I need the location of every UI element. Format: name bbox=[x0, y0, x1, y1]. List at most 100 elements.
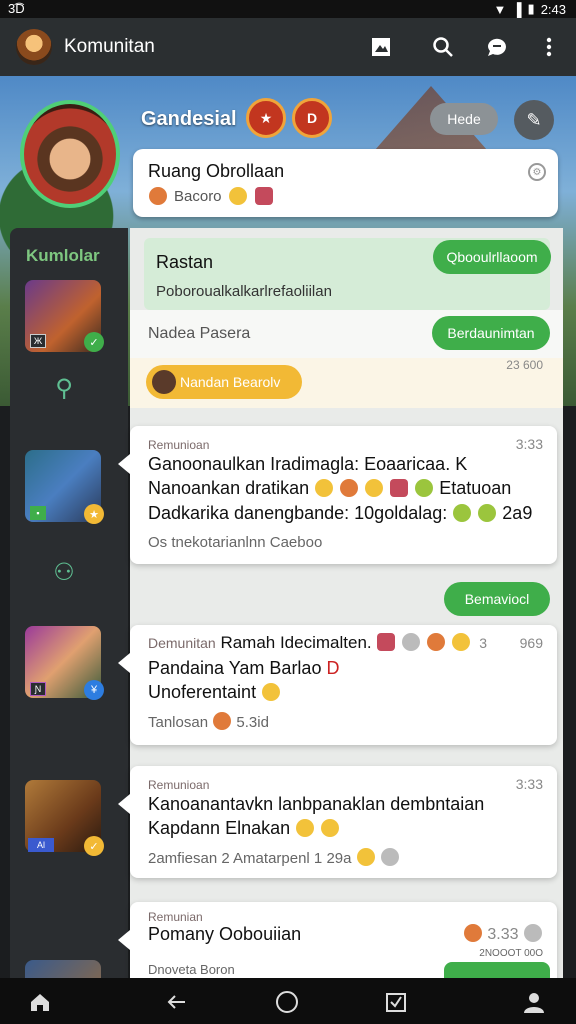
emoji-icon bbox=[321, 819, 340, 837]
star-badge: ✓ bbox=[84, 836, 104, 856]
chat-bubble-icon[interactable] bbox=[484, 34, 510, 60]
chat-room-card[interactable]: Ruang Obrollaan Bacoro ⚙ bbox=[133, 149, 558, 217]
emoji-icon bbox=[415, 479, 434, 497]
emoji-icon bbox=[340, 479, 359, 497]
level-badge: D bbox=[292, 98, 332, 138]
message-text: Pandaina Yam Barlao bbox=[148, 658, 322, 678]
message-text: Ramah Idecimalten. bbox=[220, 633, 372, 652]
home-circle-icon[interactable] bbox=[273, 988, 301, 1016]
user-search-icon[interactable]: ⚇ bbox=[50, 558, 78, 586]
emoji-icon bbox=[463, 924, 482, 942]
status-time: 2:43 bbox=[540, 1, 566, 17]
message-text: Kanoanantavkn lanbpanaklan dembntaian bbox=[148, 794, 485, 814]
online-badge: ✓ bbox=[84, 332, 104, 352]
settings-icon[interactable]: ⚙ bbox=[528, 163, 546, 181]
reply-button[interactable]: Bemaviocl bbox=[444, 582, 550, 616]
task-check-icon[interactable] bbox=[382, 988, 410, 1016]
search-icon[interactable] bbox=[430, 34, 456, 60]
message-time: 3:33 bbox=[515, 436, 543, 452]
emoji-icon bbox=[478, 504, 497, 522]
message-time: 3 bbox=[479, 635, 487, 651]
message-text: Etatuoan bbox=[439, 478, 512, 498]
wifi-icon: ▼ bbox=[493, 1, 507, 17]
message-author: Remunian bbox=[148, 910, 203, 924]
message-meta: 2amfiesan 2 Amatarpenl 1 29a bbox=[148, 850, 352, 867]
emoji-icon bbox=[228, 187, 247, 205]
signal-icon: ▐ bbox=[512, 1, 522, 17]
message-text: Ganoonaulkan Iradimagla: Eoaaricaa. K bbox=[148, 454, 468, 474]
message-meta: 5.3id bbox=[236, 714, 269, 731]
members-sidebar: Kumlolar Ж ✓ ⚲ ▪ ★ ⚇ Ɲ ¥ Al ✓ bbox=[10, 228, 128, 1000]
user-avatar-icon bbox=[149, 187, 167, 205]
member-tag: Ж bbox=[30, 334, 46, 348]
link-icon[interactable]: ⚲ bbox=[50, 374, 78, 402]
notice-title: Rastan bbox=[156, 252, 214, 272]
app-logo bbox=[16, 29, 52, 65]
profile-icon[interactable] bbox=[520, 988, 548, 1016]
star-badge: ★ bbox=[84, 504, 104, 524]
message-time: 969 bbox=[519, 635, 543, 651]
member-name: Nadea Pasera bbox=[148, 325, 251, 342]
bottom-navigation bbox=[0, 978, 576, 1024]
more-options-icon[interactable] bbox=[536, 34, 562, 60]
message-text: D bbox=[326, 658, 340, 678]
group-avatar[interactable] bbox=[20, 100, 120, 208]
message-author: Remunioan bbox=[148, 438, 210, 452]
message-text: Pomany Oobouiian bbox=[148, 924, 302, 944]
emoji-icon bbox=[365, 479, 384, 497]
emoji-icon bbox=[426, 633, 445, 651]
chat-message[interactable]: Remunioan 3:33 Ganoonaulkan Iradimagla: … bbox=[118, 426, 557, 564]
user-chip-label: Nandan Bearolv bbox=[180, 374, 281, 390]
message-text: Unoferentaint bbox=[148, 682, 257, 702]
message-author: Demunitan bbox=[148, 635, 216, 651]
image-gallery-icon[interactable] bbox=[368, 34, 394, 60]
user-chip[interactable]: Nandan Bearolv bbox=[146, 365, 302, 399]
message-meta: 2NOOOT 00O bbox=[479, 948, 543, 959]
join-button[interactable]: Berdaunimtan bbox=[432, 316, 550, 350]
user-avatar bbox=[152, 370, 176, 394]
rank-badge: ★ bbox=[246, 98, 286, 138]
status-bar: 3͡D ▼ ▐ ▮ 2:43 bbox=[0, 0, 576, 18]
pin-icon[interactable]: ✎ bbox=[514, 100, 554, 140]
message-meta: Os tnekotarianlnn Caeboo bbox=[148, 534, 323, 551]
app-bar: Komunitan bbox=[0, 18, 576, 76]
app-title: Komunitan bbox=[64, 36, 155, 57]
highlight-time: 23 600 bbox=[506, 358, 543, 372]
status-left-text: 3͡D bbox=[8, 1, 25, 16]
emoji-icon bbox=[296, 819, 315, 837]
chat-message[interactable]: Remunioan 3:33 Kanoanantavkn lanbpanakla… bbox=[118, 766, 557, 878]
group-name: Gandesial bbox=[141, 108, 237, 130]
message-author: Remunioan bbox=[148, 778, 210, 792]
reply-button[interactable] bbox=[444, 962, 550, 978]
sidebar-label: Kumlolar bbox=[26, 246, 100, 265]
message-text: Nanoankan dratikan bbox=[148, 478, 310, 498]
message-time: 3.33 bbox=[487, 926, 519, 943]
member-tag: Ɲ bbox=[30, 682, 46, 696]
back-icon[interactable] bbox=[162, 988, 190, 1016]
message-meta: Dnoveta Boron bbox=[148, 962, 235, 977]
room-subtitle: Bacoro bbox=[174, 187, 222, 205]
emoji-icon bbox=[402, 633, 421, 651]
notice-action-button[interactable]: Qbooulrllaoom bbox=[433, 240, 551, 274]
message-text: Kapdann Elnakan bbox=[148, 818, 291, 838]
member-tag: Al bbox=[28, 838, 54, 852]
message-time: 3:33 bbox=[515, 776, 543, 792]
emoji-icon bbox=[380, 848, 399, 866]
message-text: 2a9 bbox=[502, 503, 533, 523]
hide-button[interactable]: Hede bbox=[430, 103, 498, 135]
emoji-icon bbox=[213, 712, 232, 730]
emoji-icon bbox=[453, 504, 472, 522]
chat-message[interactable]: Demunitan Ramah Idecimalten. 3 969 Panda… bbox=[118, 625, 557, 745]
emoji-icon bbox=[524, 924, 542, 942]
verified-badge: ¥ bbox=[84, 680, 104, 700]
emoji-icon bbox=[451, 633, 470, 651]
emoji-icon bbox=[377, 633, 396, 651]
room-title: Ruang Obrollaan bbox=[148, 161, 285, 181]
message-text: Dadkarika danengbande: 10goldalag: bbox=[148, 503, 448, 523]
home-icon[interactable] bbox=[26, 988, 54, 1016]
emoji-icon bbox=[262, 683, 281, 701]
emoji-icon bbox=[315, 479, 334, 497]
notice-subtitle: Poboroualkalkarlrefaoliilan bbox=[156, 283, 332, 300]
emoji-icon bbox=[356, 848, 375, 866]
member-tag: ▪ bbox=[30, 506, 46, 520]
